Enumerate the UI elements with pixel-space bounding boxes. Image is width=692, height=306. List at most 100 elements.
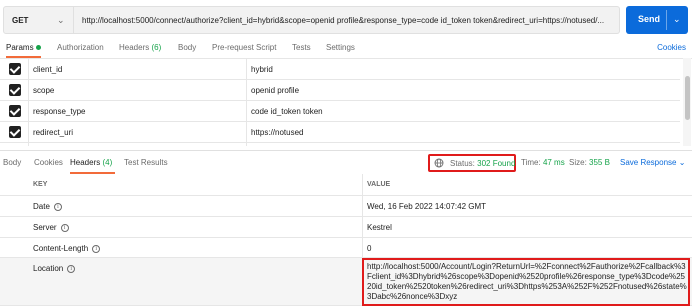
params-active-dot-icon [35, 45, 41, 51]
response-tabs: Body Cookies Headers (4) Test Results St… [0, 150, 692, 174]
url-input[interactable]: http://localhost:5000/connect/authorize?… [74, 6, 620, 34]
param-value[interactable]: hybrid [251, 65, 273, 74]
header-key-label: Location [33, 264, 64, 273]
size-label: Size: [569, 158, 587, 167]
info-icon[interactable]: i [53, 202, 62, 211]
header-key-label: Server [33, 223, 57, 232]
tab-settings[interactable]: Settings [326, 43, 355, 52]
save-response-button[interactable]: Save Response ⌄ [620, 158, 685, 167]
header-key: Content-Length i [33, 244, 101, 253]
method-select[interactable]: GET ⌄ [3, 6, 74, 34]
response-headers-table: KEY VALUE Date i Wed, 16 Feb 2022 14:07:4… [0, 174, 692, 306]
tab-headers[interactable]: Headers (6) [119, 43, 161, 52]
status-highlight: Status: 302 Found [428, 154, 516, 172]
header-key-label: Date [33, 202, 50, 211]
tab-tests[interactable]: Tests [292, 43, 311, 52]
tab-pre-request-script[interactable]: Pre-request Script [212, 43, 276, 52]
status-value: 302 Found [477, 159, 516, 168]
column-divider [28, 143, 29, 146]
param-value[interactable]: openid profile [251, 86, 299, 95]
param-checkbox[interactable] [9, 63, 21, 75]
param-row: redirect_uri https://notused [0, 122, 680, 143]
column-divider [28, 122, 29, 143]
request-tabs: Params Authorization Headers (6) Body Pr… [0, 38, 692, 58]
column-divider [246, 59, 247, 80]
tab-response-body[interactable]: Body [3, 158, 21, 167]
param-row: scope openid profile [0, 80, 680, 101]
column-divider [246, 101, 247, 122]
time-label: Time: [521, 158, 541, 167]
param-row: response_type code id_token token [0, 101, 680, 122]
param-key[interactable]: redirect_uri [33, 128, 73, 137]
param-key[interactable]: client_id [33, 65, 62, 74]
tab-response-headers[interactable]: Headers (4) [70, 158, 112, 167]
send-divider [666, 10, 667, 30]
param-row: state abc [0, 143, 680, 146]
tab-authorization[interactable]: Authorization [57, 43, 104, 52]
status-text[interactable]: Status: 302 Found [450, 159, 515, 168]
param-value[interactable]: code id_token token [251, 107, 323, 116]
column-divider [28, 101, 29, 122]
param-checkbox[interactable] [9, 84, 21, 96]
column-divider [28, 80, 29, 101]
param-row: client_id hybrid [0, 59, 680, 80]
cookies-link[interactable]: Cookies [657, 43, 686, 52]
tab-params-label: Params [6, 43, 34, 52]
chevron-down-icon: ⌄ [678, 158, 686, 167]
column-divider [246, 143, 247, 146]
send-button[interactable]: Send ⌄ [626, 6, 688, 34]
param-checkbox[interactable] [9, 105, 21, 117]
tab-test-results[interactable]: Test Results [124, 158, 168, 167]
column-divider [362, 174, 363, 196]
table-header-row: KEY VALUE [0, 174, 692, 196]
column-header-key: KEY [33, 181, 48, 188]
tab-response-headers-count: (4) [102, 158, 113, 167]
column-divider [362, 217, 363, 238]
tab-response-cookies[interactable]: Cookies [34, 158, 63, 167]
response-time[interactable]: Time: 47 ms [521, 158, 565, 167]
column-divider [246, 80, 247, 101]
header-value: Kestrel [367, 223, 392, 232]
chevron-down-icon[interactable]: ⌄ [673, 14, 681, 25]
header-key: Server i [33, 223, 69, 232]
info-icon[interactable]: i [92, 244, 101, 253]
header-value: Wed, 16 Feb 2022 14:07:42 GMT [367, 202, 487, 211]
param-checkbox[interactable] [9, 126, 21, 138]
header-value: 0 [367, 244, 372, 253]
tab-body[interactable]: Body [178, 43, 196, 52]
request-bar: GET ⌄ http://localhost:5000/connect/auth… [0, 0, 692, 38]
location-value[interactable]: http://localhost:5000/Account/Login?Retu… [367, 262, 689, 302]
tab-response-headers-label: Headers [70, 158, 101, 167]
table-row: Date i Wed, 16 Feb 2022 14:07:42 GMT [0, 196, 692, 217]
header-key: Date i [33, 202, 62, 211]
size-value: 355 B [589, 158, 610, 167]
send-label: Send [638, 14, 661, 24]
save-response-label: Save Response [620, 158, 677, 167]
globe-icon[interactable] [434, 158, 444, 168]
params-scrollbar-thumb[interactable] [685, 76, 690, 120]
response-size[interactable]: Size: 355 B [569, 158, 610, 167]
column-divider [362, 238, 363, 258]
column-divider [362, 196, 363, 217]
param-key[interactable]: response_type [33, 107, 85, 116]
chevron-down-icon: ⌄ [57, 15, 65, 25]
info-icon[interactable]: i [60, 223, 69, 232]
header-key: Location i [33, 264, 76, 273]
header-key-label: Content-Length [33, 244, 89, 253]
status-label: Status: [450, 159, 475, 168]
tab-headers-label: Headers [119, 43, 150, 52]
param-key[interactable]: scope [33, 86, 54, 95]
param-value[interactable]: https://notused [251, 128, 303, 137]
tab-params[interactable]: Params [6, 43, 41, 52]
time-value: 47 ms [542, 158, 565, 167]
method-label: GET [12, 16, 29, 25]
tab-headers-count: (6) [151, 43, 162, 52]
column-divider [246, 122, 247, 143]
table-row: Content-Length i 0 [0, 238, 692, 258]
info-icon[interactable]: i [67, 264, 76, 273]
params-table: client_id hybrid scope openid profile re… [0, 58, 692, 146]
column-divider [28, 59, 29, 80]
url-text: http://localhost:5000/connect/authorize?… [82, 16, 605, 25]
location-highlight: http://localhost:5000/Account/Login?Retu… [362, 258, 690, 306]
table-row: Server i Kestrel [0, 217, 692, 238]
